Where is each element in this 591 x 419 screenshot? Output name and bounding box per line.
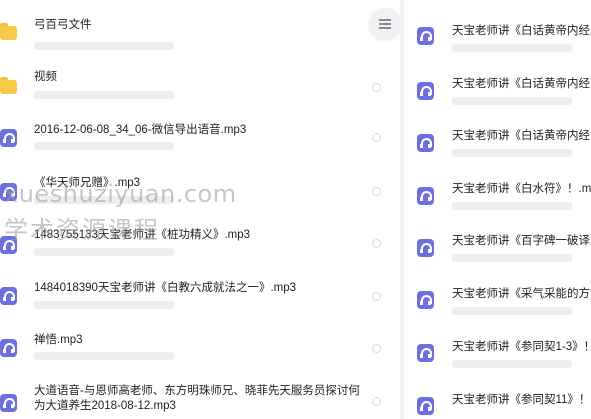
list-item[interactable]: 2016-12-06-08_34_06-微信导出语音.mp3 xyxy=(0,112,400,164)
file-meta-placeholder xyxy=(452,254,572,262)
list-item[interactable]: 弓百弓文件 xyxy=(0,8,400,60)
select-radio[interactable] xyxy=(372,292,381,301)
list-item[interactable]: 视频 xyxy=(0,60,400,112)
file-name: 天宝老师讲《白话黄帝内经① xyxy=(452,25,591,37)
file-name: 天宝老师讲《参同契11》！.r xyxy=(452,394,591,406)
audio-file-icon xyxy=(0,183,17,201)
file-name: 天宝老师讲《白话黄帝内经② xyxy=(452,78,591,90)
select-radio[interactable] xyxy=(372,133,381,142)
list-item[interactable]: 天宝老师讲《参同契1-3》！. xyxy=(404,320,591,372)
select-radio[interactable] xyxy=(372,397,381,406)
select-radio[interactable] xyxy=(372,239,381,248)
file-meta-placeholder xyxy=(34,301,174,309)
folder-icon xyxy=(0,23,17,41)
file-meta-placeholder xyxy=(452,202,572,210)
list-item[interactable]: 天宝老师讲《采气采能的方式 xyxy=(404,268,591,320)
list-item[interactable]: 天宝老师讲《白水符》！.mp3 xyxy=(404,164,591,216)
file-name: 禅悟.mp3 xyxy=(34,334,83,346)
file-meta-placeholder xyxy=(452,307,572,315)
audio-file-icon xyxy=(0,339,17,357)
audio-file-icon xyxy=(417,187,434,205)
file-name: 天宝老师讲《参同契1-3》！. xyxy=(452,341,591,353)
list-item[interactable]: 1484018390天宝老师讲《白教六成就法之一》.mp3 xyxy=(0,268,400,320)
list-item[interactable]: 《华天师兄赠》.mp3 xyxy=(0,164,400,216)
audio-file-icon xyxy=(417,239,434,257)
file-name: 大道语音-与恩师高老师、东方明珠师兄、晓菲先天服务员探讨何为大道养生2018-0… xyxy=(34,385,360,412)
audio-file-icon xyxy=(417,291,434,309)
file-name: 天宝老师讲《白水符》！.mp3 xyxy=(452,183,591,195)
file-meta-placeholder xyxy=(34,42,174,50)
audio-file-icon xyxy=(0,394,17,412)
select-radio[interactable] xyxy=(372,187,381,196)
file-name: 《华天师兄赠》.mp3 xyxy=(34,177,141,189)
file-name: 天宝老师讲《百字碑一破译》 xyxy=(452,235,591,247)
list-item[interactable]: 天宝老师讲《白话黄帝内经③ xyxy=(404,112,591,164)
menu-button[interactable] xyxy=(369,8,400,40)
list-item[interactable]: 禅悟.mp3 xyxy=(0,320,400,372)
file-name: 视频 xyxy=(34,71,57,83)
file-name: 2016-12-06-08_34_06-微信导出语音.mp3 xyxy=(34,124,247,136)
audio-file-icon xyxy=(417,82,434,100)
audio-file-icon xyxy=(417,134,434,152)
audio-file-icon xyxy=(417,397,434,415)
file-list-right: 天宝老师讲《白话黄帝内经① 天宝老师讲《白话黄帝内经② 天宝老师讲《白话黄帝内经… xyxy=(404,0,591,419)
file-meta-placeholder xyxy=(452,97,572,105)
list-item[interactable]: 天宝老师讲《白话黄帝内经② xyxy=(404,60,591,112)
file-meta-placeholder xyxy=(452,44,572,52)
file-name: 1483755133天宝老师讲《桩功精义》.mp3 xyxy=(34,229,251,241)
list-item[interactable]: 大道语音-与恩师高老师、东方明珠师兄、晓菲先天服务员探讨何为大道养生2018-0… xyxy=(0,372,400,419)
audio-file-icon xyxy=(417,27,434,45)
file-meta-placeholder xyxy=(34,248,174,256)
folder-icon xyxy=(0,77,17,95)
audio-file-icon xyxy=(0,129,17,147)
file-meta-placeholder xyxy=(34,352,174,360)
file-meta-placeholder xyxy=(34,196,174,204)
file-meta-placeholder xyxy=(452,360,572,368)
file-list-left: 弓百弓文件 视频 2016-12-06-08_34_06-微信导出语音.mp3 … xyxy=(0,0,400,419)
select-radio[interactable] xyxy=(372,83,381,92)
file-meta-placeholder xyxy=(34,91,174,99)
list-item[interactable]: 天宝老师讲《白话黄帝内经① xyxy=(404,8,591,60)
select-radio[interactable] xyxy=(372,344,381,353)
list-item[interactable]: 天宝老师讲《百字碑一破译》 xyxy=(404,216,591,268)
file-meta-placeholder xyxy=(34,142,174,150)
audio-file-icon xyxy=(0,236,17,254)
file-name: 天宝老师讲《采气采能的方式 xyxy=(452,288,591,300)
file-name: 弓百弓文件 xyxy=(34,19,92,31)
audio-file-icon xyxy=(0,287,17,305)
file-name: 天宝老师讲《白话黄帝内经③ xyxy=(452,130,591,142)
audio-file-icon xyxy=(417,344,434,362)
file-meta-placeholder xyxy=(452,149,572,157)
file-name: 1484018390天宝老师讲《白教六成就法之一》.mp3 xyxy=(34,282,297,294)
list-item[interactable]: 1483755133天宝老师讲《桩功精义》.mp3 xyxy=(0,216,400,268)
list-item[interactable]: 天宝老师讲《参同契11》！.r xyxy=(404,372,591,419)
